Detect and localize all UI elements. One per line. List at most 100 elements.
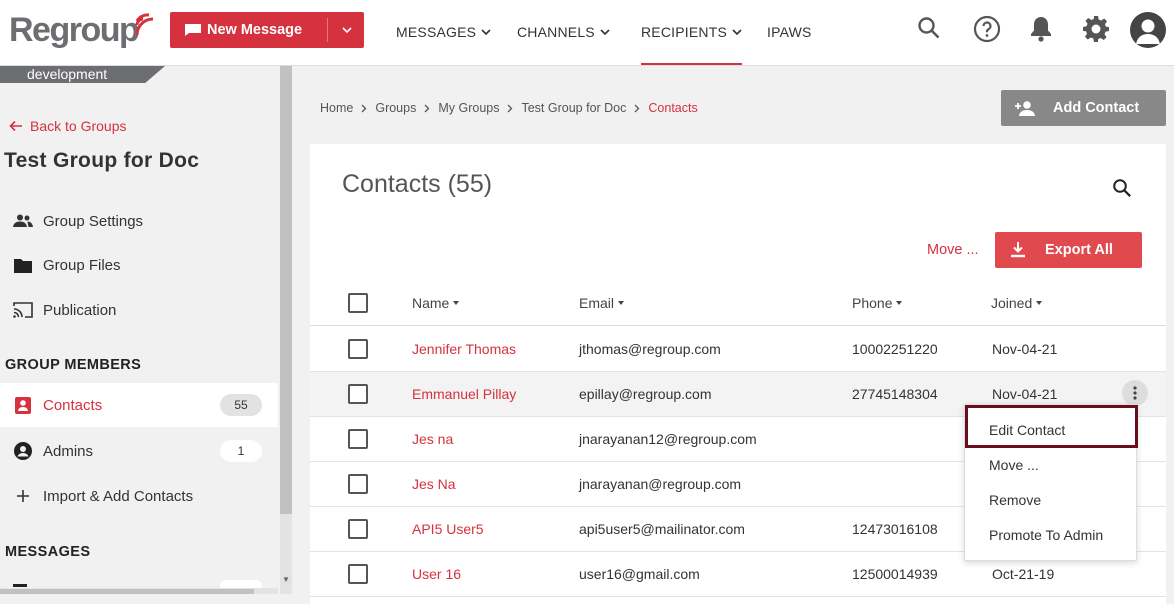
contact-phone: 10002251220 — [852, 341, 938, 357]
nav-recipients-label: RECIPIENTS — [641, 23, 728, 40]
column-label: Email — [579, 294, 615, 311]
column-header-joined[interactable]: Joined — [991, 280, 1043, 325]
sidebar-item-label: Group Settings — [43, 212, 144, 230]
nav-messages[interactable]: MESSAGES — [396, 0, 491, 64]
back-to-groups-label: Back to Groups — [30, 118, 127, 134]
menu-item-remove[interactable]: Remove — [989, 492, 1041, 508]
column-header-phone[interactable]: Phone — [852, 280, 903, 325]
add-contact-button[interactable]: Add Contact — [1001, 90, 1166, 126]
move-link[interactable]: Move ... — [927, 242, 979, 258]
column-header-name[interactable]: Name — [412, 280, 460, 325]
row-checkbox[interactable] — [348, 384, 368, 404]
sidebar-item-group-files[interactable]: Group Files — [0, 243, 278, 287]
export-all-label: Export All — [1045, 242, 1113, 258]
nav-recipients[interactable]: RECIPIENTS — [641, 0, 743, 65]
nav-channels[interactable]: CHANNELS — [517, 0, 610, 64]
search-icon[interactable] — [917, 15, 941, 41]
search-icon[interactable] — [1112, 178, 1132, 198]
row-actions-menu: Edit Contact Move ... Remove Promote To … — [964, 404, 1138, 561]
sidebar-item-publication[interactable]: Publication — [0, 288, 278, 332]
contact-phone: 27745148304 — [852, 386, 938, 402]
people-icon — [13, 214, 33, 228]
scroll-thumb[interactable] — [0, 589, 254, 594]
contact-name-link[interactable]: Jes Na — [412, 462, 456, 506]
breadcrumb-current: Contacts — [648, 101, 698, 115]
user-avatar-icon — [1136, 19, 1160, 44]
contact-name-link[interactable]: Jes na — [412, 417, 453, 461]
contact-card-icon — [13, 396, 33, 414]
breadcrumb-my-groups[interactable]: My Groups — [438, 101, 499, 115]
contact-name-link[interactable]: User 16 — [412, 552, 461, 596]
sidebar-item-contacts[interactable]: Contacts 55 — [0, 383, 278, 427]
sidebar-item-label: Admins — [43, 442, 94, 460]
contacts-count-badge: 55 — [220, 394, 262, 416]
sidebar-scrollbar[interactable]: ▼ — [280, 66, 292, 594]
row-checkbox[interactable] — [348, 474, 368, 494]
row-checkbox[interactable] — [348, 339, 368, 359]
new-message-button[interactable]: New Message — [170, 12, 364, 48]
scroll-thumb[interactable] — [280, 66, 292, 514]
contact-name-link[interactable]: API5 User5 — [412, 507, 484, 551]
contact-email: api5user5@mailinator.com — [579, 521, 745, 537]
chevron-right-icon — [424, 104, 430, 112]
breadcrumb-home[interactable]: Home — [320, 101, 353, 115]
add-contact-label: Add Contact — [1053, 100, 1140, 116]
nav-channels-label: CHANNELS — [517, 24, 595, 40]
more-vertical-icon — [1133, 386, 1137, 400]
nav-ipaws[interactable]: IPAWS — [767, 0, 812, 64]
menu-item-move[interactable]: Move ... — [989, 457, 1039, 473]
sidebar-item-label: Publication — [43, 301, 117, 319]
sidebar-item-group-settings[interactable]: Group Settings — [0, 199, 278, 243]
gear-icon[interactable] — [1082, 15, 1110, 43]
export-all-button[interactable]: Export All — [995, 232, 1142, 268]
row-checkbox[interactable] — [348, 429, 368, 449]
menu-item-edit-contact[interactable]: Edit Contact — [989, 422, 1065, 438]
menu-item-promote-to-admin[interactable]: Promote To Admin — [989, 527, 1103, 543]
scroll-down-arrow-icon[interactable]: ▼ — [282, 575, 290, 584]
chevron-right-icon — [634, 104, 640, 112]
breadcrumb-group[interactable]: Test Group for Doc — [521, 101, 626, 115]
sidebar-item-admins[interactable]: Admins 1 — [0, 429, 278, 473]
contact-name-link[interactable]: Emmanuel Pillay — [412, 372, 516, 416]
contact-email: jthomas@regroup.com — [579, 341, 721, 357]
regroup-logo[interactable]: Regroup — [9, 10, 156, 50]
checkbox[interactable] — [348, 292, 368, 313]
row-checkbox[interactable] — [348, 519, 368, 539]
chevron-down-icon[interactable] — [340, 21, 354, 39]
folder-icon — [13, 258, 33, 273]
chevron-down-icon — [732, 28, 742, 35]
back-to-groups-link[interactable]: Back to Groups — [9, 118, 127, 134]
nav-ipaws-label: IPAWS — [767, 24, 812, 40]
contact-phone: 12500014939 — [852, 566, 938, 582]
sidebar: development Back to Groups Test Group fo… — [0, 66, 278, 594]
sidebar-horizontal-scrollbar[interactable] — [0, 588, 278, 594]
help-icon[interactable] — [973, 15, 1001, 43]
chevron-down-icon — [481, 29, 491, 36]
cast-icon — [13, 302, 33, 318]
table-row[interactable]: Jennifer Thomas jthomas@regroup.com 1000… — [310, 327, 1166, 372]
contact-email: jnarayanan@regroup.com — [579, 476, 742, 492]
select-all-checkbox[interactable] — [348, 280, 368, 325]
column-label: Phone — [852, 294, 893, 311]
column-header-email[interactable]: Email — [579, 280, 625, 325]
breadcrumb-groups[interactable]: Groups — [375, 101, 416, 115]
sort-caret-icon — [896, 300, 903, 305]
contact-name-link[interactable]: Jennifer Thomas — [412, 327, 516, 371]
sidebar-item-import-add-contacts[interactable]: Import & Add Contacts — [0, 474, 278, 518]
group-title: Test Group for Doc — [4, 149, 200, 172]
signal-waves-icon — [135, 13, 154, 36]
column-label: Name — [412, 294, 450, 311]
user-avatar[interactable] — [1130, 12, 1166, 48]
message-bubble-icon — [185, 24, 201, 36]
download-icon — [1011, 242, 1025, 258]
row-actions-button[interactable] — [1122, 380, 1148, 406]
sidebar-item-label: Import & Add Contacts — [43, 487, 194, 505]
sort-caret-icon — [1036, 300, 1043, 305]
bell-icon[interactable] — [1029, 15, 1053, 43]
row-checkbox[interactable] — [348, 564, 368, 584]
page-title: Contacts (55) — [342, 170, 493, 198]
column-label: Joined — [991, 294, 1033, 311]
chevron-down-icon — [600, 29, 610, 36]
partial-sidebar-icon — [13, 584, 27, 587]
messages-heading: MESSAGES — [5, 544, 91, 560]
